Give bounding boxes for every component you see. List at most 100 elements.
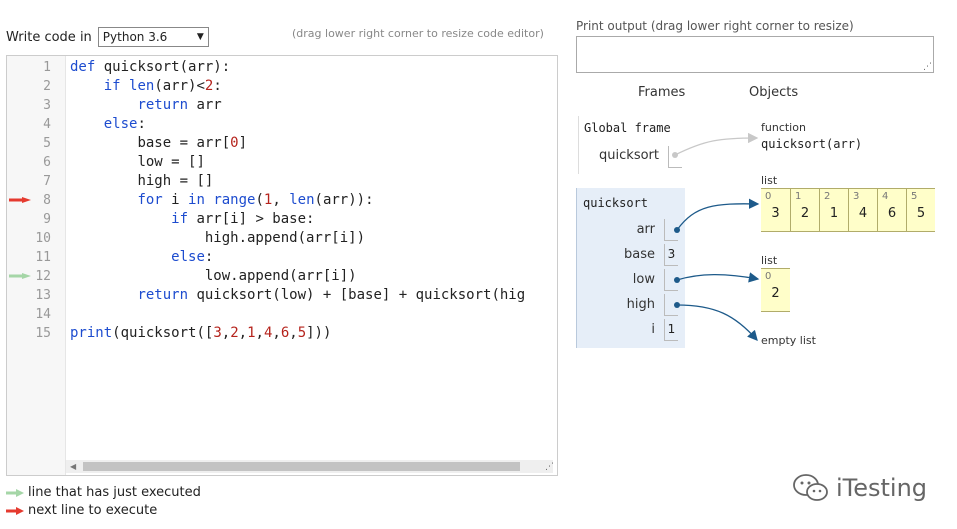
line-number[interactable]: 7 [7, 172, 51, 191]
var-name-i: i [651, 322, 655, 337]
code-line[interactable]: 11 else: [7, 248, 557, 267]
scroll-left-icon[interactable]: ◀ [70, 462, 76, 471]
green-arrow-icon [6, 488, 24, 497]
language-select[interactable]: Python 3.6 ▼ [97, 27, 209, 47]
global-frame: Global frame quicksort [578, 116, 688, 174]
quicksort-frame-title: quicksort [583, 196, 649, 210]
executed-line-arrow-icon [9, 273, 31, 279]
language-select-value: Python 3.6 [102, 30, 168, 44]
list-cell: 02 [761, 269, 790, 311]
code-token: arr[i] > base: [188, 211, 315, 227]
list-value: 3 [771, 206, 780, 221]
legend-next: next line to execute [6, 503, 157, 518]
code-token: (quicksort([ [112, 325, 214, 341]
code-line[interactable]: 6 low = [] [7, 153, 557, 172]
code-line[interactable]: 15 print(quicksort([3,2,1,4,6,5])) [7, 324, 557, 343]
list-object-arr: 031221344655 [761, 188, 935, 232]
code-token: , [238, 325, 248, 341]
var-name-high: high [626, 297, 655, 312]
code-token: 2 [230, 325, 239, 341]
code-token: : [137, 116, 146, 132]
empty-list-label: empty list [761, 334, 816, 347]
arr-to-list-arrow [676, 198, 760, 231]
scrollbar-thumb[interactable] [83, 462, 520, 471]
code-token: , [272, 325, 281, 341]
code-token: else [171, 249, 205, 265]
chevron-down-icon: ▼ [196, 32, 204, 42]
code-text: return arr [70, 96, 221, 115]
list-cell: 03 [761, 189, 790, 231]
code-token: in [188, 192, 205, 208]
line-number[interactable]: 11 [7, 248, 51, 267]
line-number[interactable]: 2 [7, 77, 51, 96]
line-number[interactable]: 13 [7, 286, 51, 305]
code-token: 5 [297, 325, 307, 341]
code-text: else: [70, 248, 213, 267]
line-number[interactable]: 6 [7, 153, 51, 172]
code-line[interactable]: 12 low.append(arr[i]) [7, 267, 557, 286]
code-text: high.append(arr[i]) [70, 229, 365, 248]
global-frame-title: Global frame [584, 121, 671, 135]
code-token: : [213, 78, 222, 94]
code-token: low.append(arr[i]) [204, 268, 357, 284]
code-token: for [137, 192, 163, 208]
code-token: ( [255, 192, 264, 208]
output-resize-handle-icon[interactable]: ⋰ [923, 62, 932, 72]
code-token: quicksort(arr): [95, 59, 231, 75]
code-token: , [289, 325, 298, 341]
code-text: if len(arr)<2: [70, 77, 222, 96]
legend-executed: line that has just executed [6, 485, 201, 500]
code-line[interactable]: 14 [7, 305, 557, 324]
code-line[interactable]: 13 return quicksort(low) + [base] + quic… [7, 286, 557, 305]
list-index: 3 [853, 191, 860, 202]
code-line[interactable]: 3 return arr [7, 96, 557, 115]
wechat-logo-icon [793, 474, 828, 501]
write-code-label: Write code in [6, 29, 92, 45]
code-text: low = [] [70, 153, 204, 172]
code-token: high = [] [137, 173, 214, 189]
line-number[interactable]: 4 [7, 115, 51, 134]
line-number[interactable]: 10 [7, 229, 51, 248]
code-line[interactable]: 10 high.append(arr[i]) [7, 229, 557, 248]
code-line[interactable]: 9 if arr[i] > base: [7, 210, 557, 229]
list-cell: 12 [790, 189, 819, 231]
code-line[interactable]: 2 if len(arr)<2: [7, 77, 557, 96]
editor-resize-handle-icon[interactable]: ⋰ [545, 462, 554, 472]
code-token: if [103, 78, 121, 94]
var-slot-high [664, 294, 678, 316]
global-var-slot [668, 146, 682, 168]
list-index: 0 [765, 271, 772, 282]
line-number[interactable]: 9 [7, 210, 51, 229]
var-name-arr: arr [636, 222, 655, 237]
print-output-box[interactable]: ⋰ [576, 36, 934, 73]
list-index: 2 [824, 191, 831, 202]
line-number[interactable]: 3 [7, 96, 51, 115]
code-line[interactable]: 1 def quicksort(arr): [7, 58, 557, 77]
line-number[interactable]: 15 [7, 324, 51, 343]
code-editor[interactable]: 1 def quicksort(arr): 2 if len(arr)<2: 3 re… [6, 55, 558, 476]
list-index: 4 [882, 191, 889, 202]
frames-header: Frames [638, 85, 686, 100]
code-text: if arr[i] > base: [70, 210, 314, 229]
horizontal-scrollbar[interactable]: ◀ [66, 460, 553, 473]
code-token: else [103, 116, 138, 132]
list-object-low: 02 [761, 268, 790, 312]
code-token: 1 [247, 325, 256, 341]
line-number[interactable]: 5 [7, 134, 51, 153]
code-line[interactable]: 5 base = arr[0] [7, 134, 557, 153]
line-number[interactable]: 14 [7, 305, 51, 324]
language-selector-row: Write code in Python 3.6 ▼ [6, 27, 209, 47]
list-cell: 34 [848, 189, 877, 231]
line-number[interactable]: 1 [7, 58, 51, 77]
code-line[interactable]: 8 for i in range(1, len(arr)): [7, 191, 557, 210]
code-line[interactable]: 4 else: [7, 115, 557, 134]
code-line[interactable]: 7 high = [] [7, 172, 557, 191]
